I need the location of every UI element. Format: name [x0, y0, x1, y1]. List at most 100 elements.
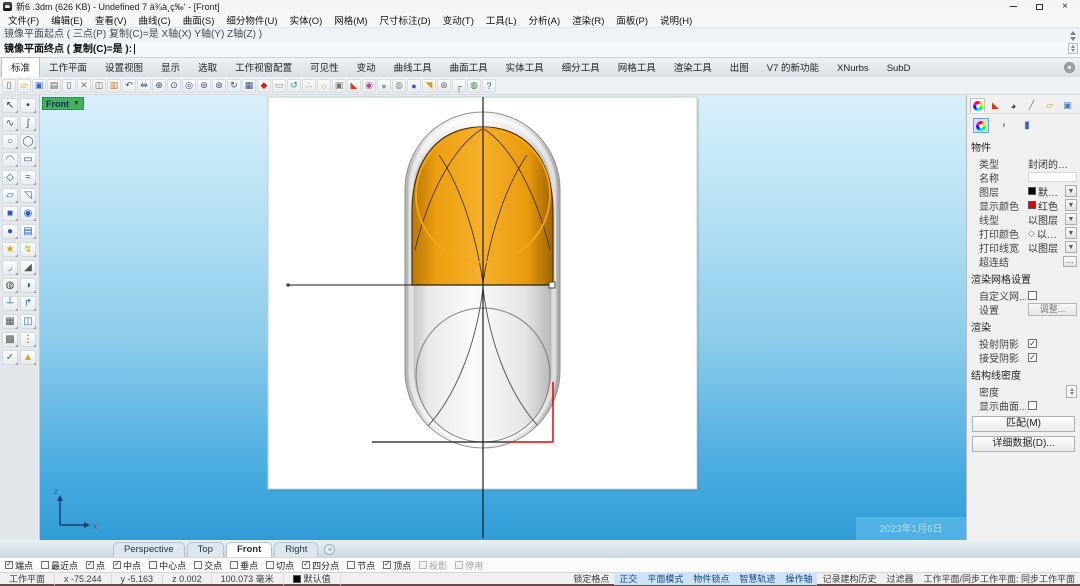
- move-view-icon[interactable]: ⊕: [152, 79, 166, 93]
- chevron-down-icon[interactable]: ▼: [73, 100, 80, 107]
- toggle-记录建构历史[interactable]: 记录建构历史: [817, 572, 881, 585]
- status-segment-6[interactable]: 默认值: [284, 572, 341, 585]
- expand-down-icon[interactable]: [1071, 49, 1075, 52]
- viewport-tab-top[interactable]: Top: [187, 542, 224, 557]
- toolbar-tab-设置视图[interactable]: 设置视图: [96, 58, 152, 77]
- brush-tab[interactable]: ╱: [1024, 98, 1039, 113]
- osnap-切点[interactable]: 切点: [266, 559, 294, 572]
- fillet-edge-icon[interactable]: ◞: [2, 260, 18, 275]
- osnap-checkbox[interactable]: [194, 561, 202, 569]
- paste-icon[interactable]: ▥: [107, 79, 121, 93]
- lock-icon[interactable]: ▣: [332, 79, 346, 93]
- xray-mode-icon[interactable]: ◍: [392, 79, 406, 93]
- toolbar-tab-细分工具[interactable]: 细分工具: [553, 58, 609, 77]
- toolbar-tab-出图[interactable]: 出图: [721, 58, 758, 77]
- toolbar-tab-SubD[interactable]: SubD: [878, 61, 920, 77]
- viewport-tab-perspective[interactable]: Perspective: [113, 542, 185, 557]
- helix-icon[interactable]: ≈: [20, 170, 36, 185]
- scroll-down-icon[interactable]: [1070, 37, 1076, 41]
- toolbar-tab-工作平面[interactable]: 工作平面: [40, 58, 96, 77]
- osnap-交点[interactable]: 交点: [194, 559, 222, 572]
- zoom-window-icon[interactable]: ◎: [182, 79, 196, 93]
- toolbar-tab-显示[interactable]: 显示: [152, 58, 189, 77]
- render-icon[interactable]: ◆: [257, 79, 271, 93]
- osnap-checkbox[interactable]: ✓: [383, 561, 391, 569]
- toggle-过滤器[interactable]: 过滤器: [881, 572, 918, 585]
- toolbar-tab-曲线工具[interactable]: 曲线工具: [385, 58, 441, 77]
- toggle-平面模式[interactable]: 平面模式: [642, 572, 688, 585]
- osnap-checkbox[interactable]: [455, 561, 463, 569]
- polygon-icon[interactable]: ◇: [2, 170, 18, 185]
- menu-item-11[interactable]: 工具(L): [480, 13, 523, 27]
- new-file-icon[interactable]: ▯: [2, 79, 16, 93]
- arc-icon[interactable]: ◠: [2, 152, 18, 167]
- options-gear-icon[interactable]: ⊛: [437, 79, 451, 93]
- toolbar-tab-实体工具[interactable]: 实体工具: [497, 58, 553, 77]
- adjust-button[interactable]: 调整...: [1028, 303, 1077, 316]
- status-segment-5[interactable]: 100.073 毫米: [212, 572, 284, 585]
- ellipsoid-icon[interactable]: ●: [2, 224, 18, 239]
- array-icon[interactable]: ▦: [2, 314, 18, 329]
- offset-icon[interactable]: ↱: [20, 296, 36, 311]
- zoom-dynamic-icon[interactable]: ⊚: [197, 79, 211, 93]
- toggle-锁定格点[interactable]: 锁定格点: [568, 572, 614, 585]
- name-input[interactable]: [1028, 172, 1077, 182]
- control-point-curve-icon[interactable]: ∫: [20, 116, 36, 131]
- osnap-中点[interactable]: ✓中点: [113, 559, 141, 572]
- extrude-icon[interactable]: ┴: [2, 296, 18, 311]
- lamp-icon[interactable]: ○: [317, 79, 331, 93]
- copy-icon[interactable]: ◫: [92, 79, 106, 93]
- status-segment-3[interactable]: y -5.163: [112, 574, 164, 584]
- check-icon[interactable]: ✓: [2, 350, 18, 365]
- command-expander[interactable]: [1068, 43, 1078, 54]
- object-properties-subtab[interactable]: [973, 118, 989, 133]
- toggle-操作轴[interactable]: 操作轴: [780, 572, 817, 585]
- menu-item-4[interactable]: 曲线(C): [132, 13, 176, 27]
- boolean-difference-icon[interactable]: ◑: [20, 278, 36, 293]
- material-subtab[interactable]: ◗: [996, 118, 1012, 133]
- checkbox[interactable]: [1028, 291, 1037, 300]
- plane-icon[interactable]: ▤: [20, 224, 36, 239]
- new-viewport-button[interactable]: +: [324, 544, 335, 555]
- gear-icon[interactable]: [1065, 63, 1074, 72]
- display-options-icon[interactable]: ◉: [362, 79, 376, 93]
- pan-icon[interactable]: ⇹: [137, 79, 151, 93]
- spinner-down-icon[interactable]: [1070, 392, 1074, 395]
- osnap-端点[interactable]: ✓端点: [5, 559, 33, 572]
- osnap-节点[interactable]: 节点: [347, 559, 375, 572]
- density-spinner[interactable]: [1066, 385, 1077, 398]
- corner-surface-icon[interactable]: ◹: [20, 188, 36, 203]
- cut-icon[interactable]: ✕: [77, 79, 91, 93]
- menu-item-9[interactable]: 尺寸标注(D): [374, 13, 437, 27]
- osnap-checkbox[interactable]: ✓: [5, 561, 13, 569]
- menu-item-7[interactable]: 实体(O): [284, 13, 329, 27]
- menu-item-10[interactable]: 变动(T): [437, 13, 480, 27]
- render-preview-icon[interactable]: ◣: [347, 79, 361, 93]
- boolean-union-icon[interactable]: ◍: [2, 278, 18, 293]
- toggle-正交[interactable]: 正交: [614, 572, 642, 585]
- save-file-icon[interactable]: ▣: [32, 79, 46, 93]
- undo-view-icon[interactable]: ↺: [287, 79, 301, 93]
- viewport-title[interactable]: Front ▼: [42, 97, 84, 110]
- zoom-selected-icon[interactable]: ⊛: [212, 79, 226, 93]
- osnap-顶点[interactable]: ✓顶点: [383, 559, 411, 572]
- match-button[interactable]: 匹配(M): [972, 416, 1075, 432]
- osnap-投影[interactable]: 投影: [419, 559, 447, 572]
- cplane-icon[interactable]: ┌: [452, 79, 466, 93]
- print-icon[interactable]: ▤: [47, 79, 61, 93]
- dropdown-button[interactable]: ▼: [1065, 199, 1077, 211]
- ellipse-icon[interactable]: ◯: [20, 134, 36, 149]
- undo-icon[interactable]: ↶: [122, 79, 136, 93]
- toolbar-tab-选取[interactable]: 选取: [189, 58, 226, 77]
- menu-item-15[interactable]: 说明(H): [654, 13, 698, 27]
- toolbar-tab-变动[interactable]: 变动: [348, 58, 385, 77]
- osnap-checkbox[interactable]: [266, 561, 274, 569]
- front-viewport[interactable]: x z 2023年1月6日 Front ▼: [40, 95, 966, 540]
- osnap-四分点[interactable]: ✓四分点: [302, 559, 339, 572]
- materials-tab[interactable]: ◕: [1006, 98, 1021, 113]
- osnap-中心点[interactable]: 中心点: [149, 559, 186, 572]
- osnap-checkbox[interactable]: ✓: [113, 561, 121, 569]
- named-view-icon[interactable]: ▭: [272, 79, 286, 93]
- osnap-checkbox[interactable]: [41, 561, 49, 569]
- menu-item-6[interactable]: 细分物件(U): [220, 13, 283, 27]
